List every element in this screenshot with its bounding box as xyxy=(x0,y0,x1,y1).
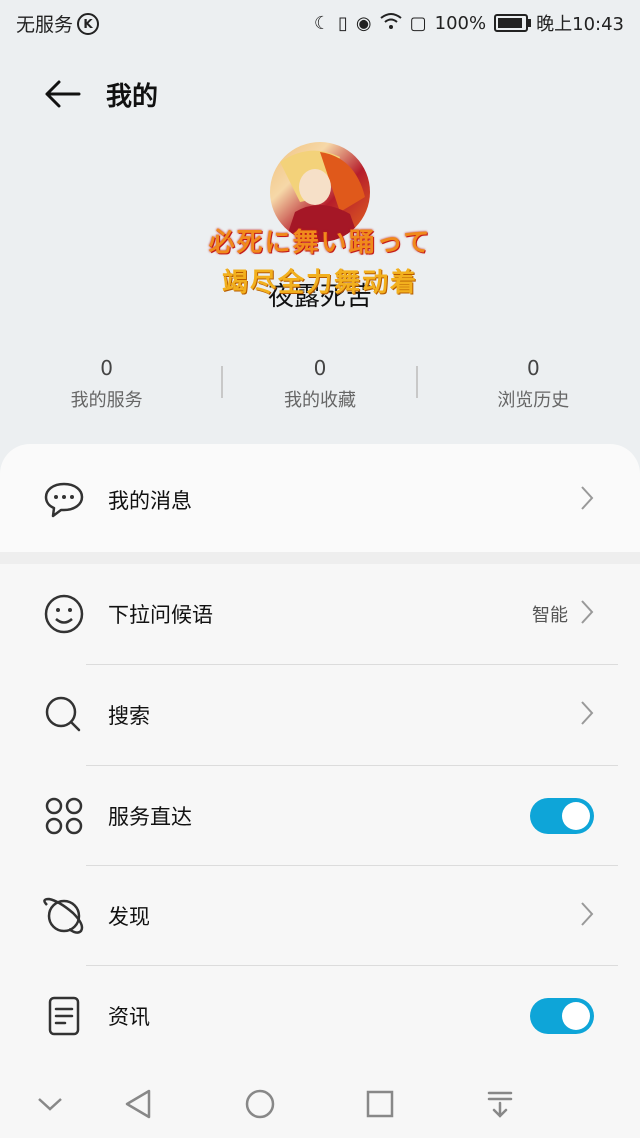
chevron-down-icon[interactable] xyxy=(28,1082,72,1126)
menu-label: 发现 xyxy=(108,905,150,929)
stat-label: 我的服务 xyxy=(70,390,143,411)
search-icon xyxy=(42,693,86,737)
nav-recents-square-icon[interactable] xyxy=(358,1082,402,1126)
app-header: 我的 xyxy=(40,72,158,116)
grid-circles-icon xyxy=(42,794,86,838)
stat-my-services[interactable]: 0 我的服务 xyxy=(0,356,213,416)
chevron-right-icon xyxy=(580,901,594,931)
eye-icon: ◉ xyxy=(355,12,372,34)
service-direct-toggle[interactable] xyxy=(530,798,594,834)
stat-my-favorites[interactable]: 0 我的收藏 xyxy=(213,356,426,416)
menu-row-discover[interactable]: 发现 xyxy=(0,866,640,966)
back-arrow-icon[interactable] xyxy=(40,72,84,116)
stats-divider xyxy=(221,366,223,398)
menu-label: 服务直达 xyxy=(108,805,192,829)
chevron-right-icon xyxy=(580,485,594,515)
smiley-icon xyxy=(42,592,86,636)
stats-divider xyxy=(416,366,418,398)
nav-home-circle-icon[interactable] xyxy=(238,1082,282,1126)
planet-icon xyxy=(42,894,86,938)
stat-count: 0 xyxy=(313,356,327,380)
stat-count: 0 xyxy=(100,356,114,380)
menu-label: 资讯 xyxy=(108,1005,150,1029)
section-gap xyxy=(0,552,640,564)
stat-browse-history[interactable]: 0 浏览历史 xyxy=(427,356,640,416)
wifi-icon xyxy=(380,12,402,35)
battery-icon xyxy=(494,14,532,32)
moon-icon: ☾ xyxy=(313,12,331,34)
menu-label: 下拉问候语 xyxy=(108,603,213,627)
menu-row-search[interactable]: 搜索 xyxy=(0,665,640,765)
nav-back-triangle-icon[interactable] xyxy=(116,1082,160,1126)
news-toggle[interactable] xyxy=(530,998,594,1034)
battery-percent: 100% xyxy=(434,12,487,34)
notification-pull-down-icon[interactable] xyxy=(478,1082,522,1126)
greeting-mode-value: 智能 xyxy=(532,605,568,626)
k-badge-icon: K xyxy=(77,12,100,35)
menu-row-service-direct[interactable]: 服务直达 xyxy=(0,766,640,866)
menu-row-greeting[interactable]: 下拉问候语 智能 xyxy=(0,564,640,664)
menu-row-news[interactable]: 资讯 xyxy=(0,966,640,1066)
sim-icon: ▢ xyxy=(409,12,427,34)
carrier-text: 无服务 xyxy=(16,14,74,36)
page-title: 我的 xyxy=(106,81,159,112)
stat-label: 我的收藏 xyxy=(283,390,356,411)
stat-label: 浏览历史 xyxy=(497,390,570,411)
stat-count: 0 xyxy=(526,356,540,380)
status-bar: 无服务 K ☾ ▯ ◉ ▢ 100% 晚上10:43 xyxy=(0,0,640,44)
overlay-caption-japanese: 必死に舞い踊って xyxy=(208,228,432,258)
menu-row-messages[interactable]: 我的消息 xyxy=(0,450,640,550)
menu-label: 搜索 xyxy=(108,704,150,728)
chevron-right-icon xyxy=(580,700,594,730)
vibrate-icon: ▯ xyxy=(338,12,348,34)
clock: 晚上10:43 xyxy=(536,14,624,35)
menu-label: 我的消息 xyxy=(108,489,192,513)
chat-bubble-icon xyxy=(42,478,86,522)
stats-bar: 0 我的服务 0 我的收藏 0 浏览历史 xyxy=(0,356,640,416)
system-nav-bar xyxy=(0,1068,640,1138)
chevron-right-icon xyxy=(580,599,594,629)
document-icon xyxy=(42,994,86,1038)
overlay-caption-chinese: 竭尽全力舞动着 xyxy=(221,268,418,298)
